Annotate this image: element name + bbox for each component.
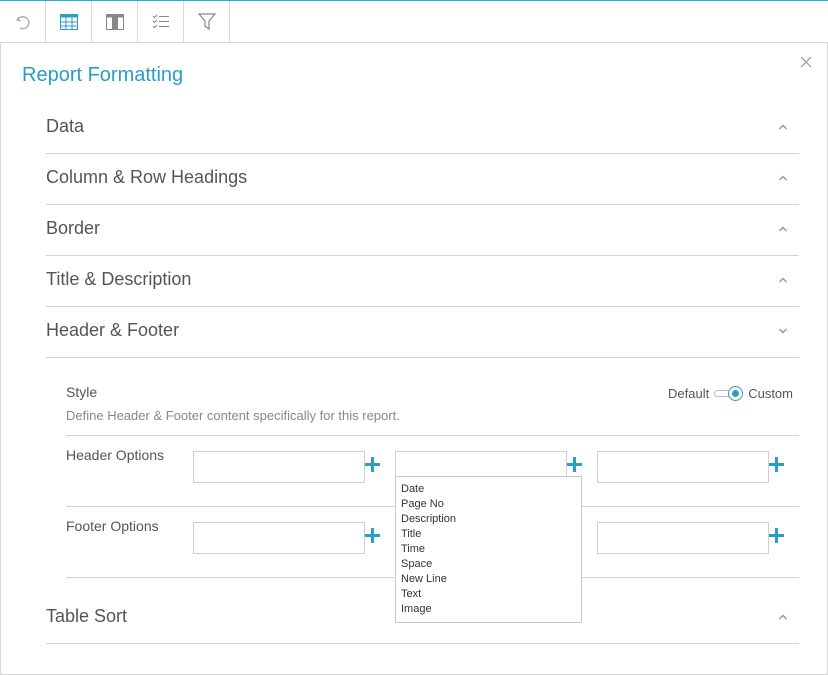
plus-icon[interactable] [365,528,380,543]
dropdown-item-time[interactable]: Time [396,542,581,557]
plus-icon[interactable] [567,457,582,472]
footer-right-input[interactable] [597,522,769,554]
divider [66,435,799,436]
chevron-up-icon [779,614,787,620]
toggle-default-label[interactable]: Default [668,386,709,401]
section-data[interactable]: Data [46,103,799,154]
chevron-up-icon [779,277,787,283]
header-left-input[interactable] [193,451,365,483]
table-button[interactable] [46,1,92,43]
dropdown-item-page-no[interactable]: Page No [396,497,581,512]
filter-button[interactable] [184,1,230,43]
style-label: Style [66,384,98,400]
chevron-up-icon [779,124,787,130]
style-switch[interactable] [714,386,744,401]
section-label: Border [46,218,101,238]
section-title-description[interactable]: Title & Description [46,256,799,307]
toolbar [0,0,828,43]
section-header-footer[interactable]: Header & Footer [46,307,799,358]
section-label: Data [46,116,85,136]
dropdown-item-space[interactable]: Space [396,557,581,572]
undo-button[interactable] [0,1,46,43]
dropdown-item-title[interactable]: Title [396,527,581,542]
section-label: Column & Row Headings [46,167,248,187]
columns-icon [105,14,124,30]
section-column-row-headings[interactable]: Column & Row Headings [46,154,799,205]
switch-knob [728,386,744,401]
section-label: Title & Description [46,269,192,289]
plus-icon[interactable] [365,457,380,472]
dropdown-item-image[interactable]: Image [396,602,581,617]
plus-icon[interactable] [769,457,784,472]
footer-options-label: Footer Options [66,518,159,534]
style-description: Define Header & Footer content specifica… [66,408,400,423]
toggle-custom-label[interactable]: Custom [748,386,793,401]
header-option-dropdown: Date Page No Description Title Time Spac… [395,476,582,623]
dropdown-item-description[interactable]: Description [396,512,581,527]
page-title: Report Formatting [22,64,184,86]
section-label: Header & Footer [46,320,180,340]
dropdown-item-text[interactable]: Text [396,587,581,602]
dropdown-item-date[interactable]: Date [396,482,581,497]
style-toggle: Default Custom [668,383,793,403]
header-options-label: Header Options [66,447,165,463]
checklist-icon [152,14,169,29]
close-icon[interactable] [799,55,813,69]
undo-icon [15,16,29,30]
checklist-button[interactable] [138,1,184,43]
chevron-down-icon [779,328,787,334]
columns-button[interactable] [92,1,138,43]
section-border[interactable]: Border [46,205,799,256]
chevron-up-icon [779,175,787,181]
table-icon [59,14,78,30]
header-right-input[interactable] [597,451,769,483]
plus-icon[interactable] [769,528,784,543]
dropdown-item-new-line[interactable]: New Line [396,572,581,587]
filter-icon [197,13,216,31]
footer-left-input[interactable] [193,522,365,554]
chevron-up-icon [779,226,787,232]
section-label: Table Sort [46,606,128,626]
